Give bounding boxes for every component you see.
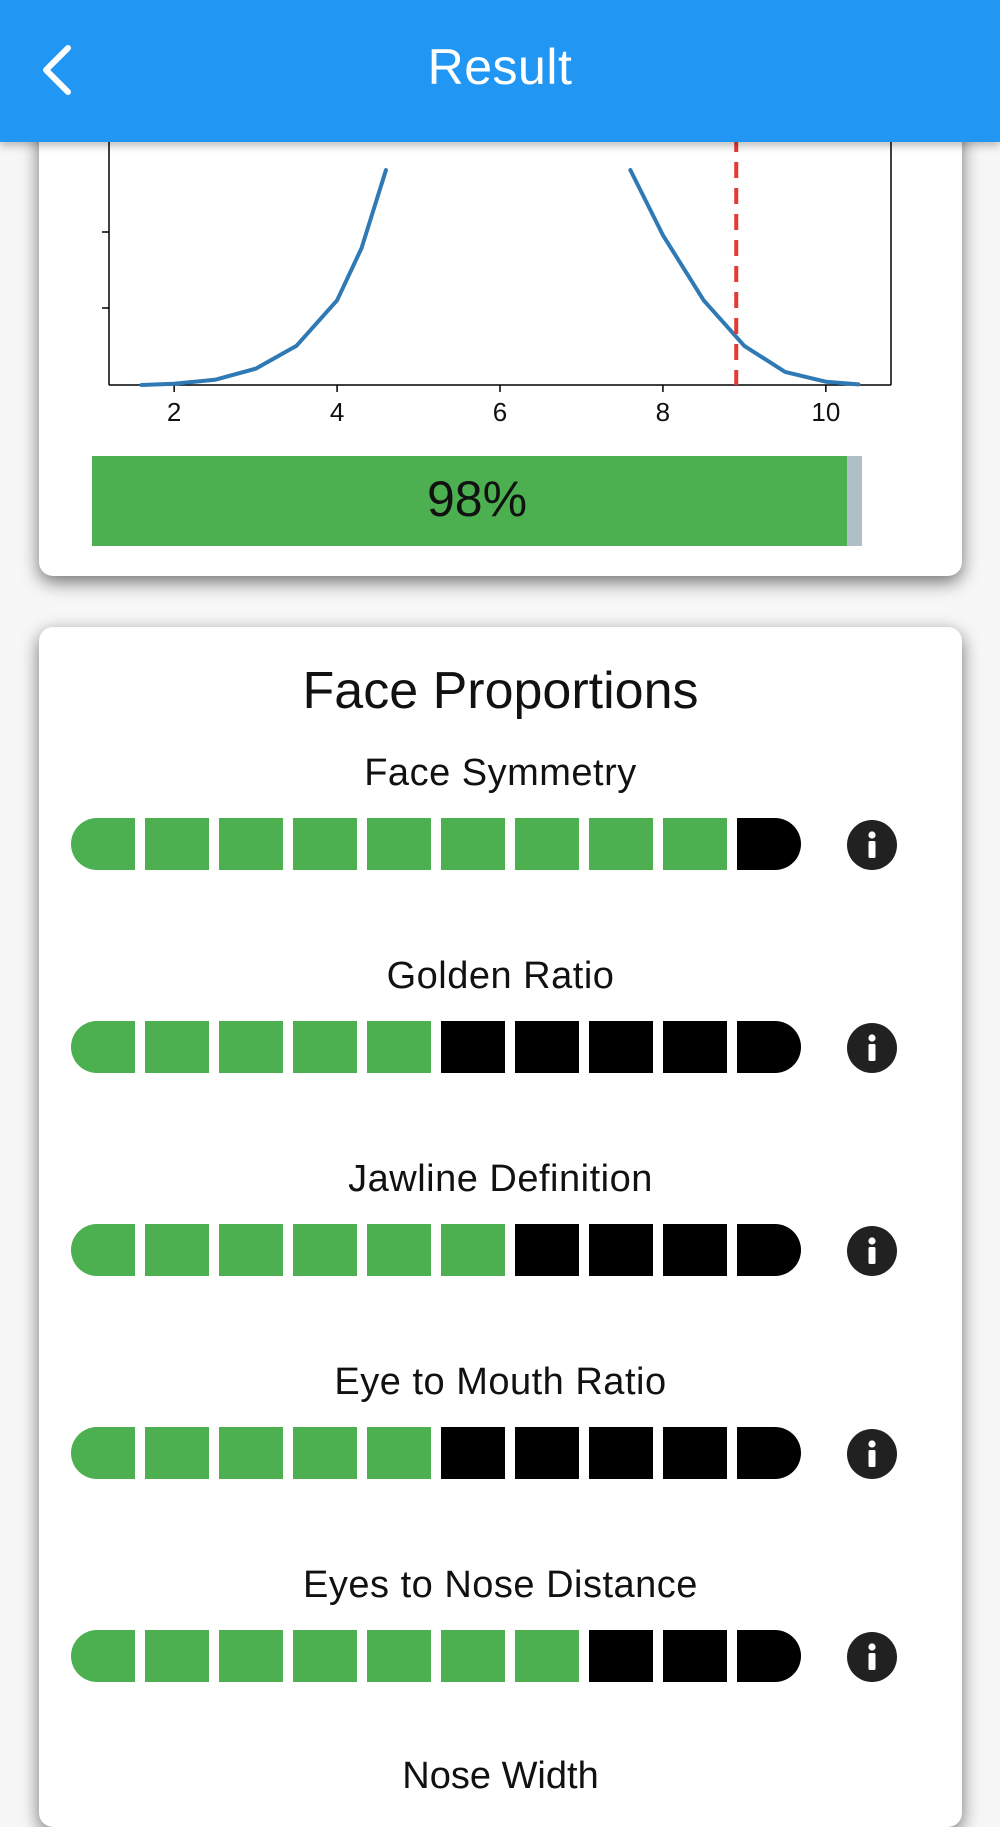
rating-segment-filled	[293, 818, 357, 870]
rating-segment-filled	[441, 818, 505, 870]
rating-segment-filled	[145, 1630, 209, 1682]
rating-segment-empty	[589, 1021, 653, 1073]
series-line	[139, 168, 388, 387]
x-tick-label: 2	[167, 397, 181, 427]
rating-segment-filled	[367, 1224, 431, 1276]
rating-segment-filled	[71, 1021, 135, 1073]
rating-segment-filled	[515, 818, 579, 870]
rating-segment-filled	[441, 1630, 505, 1682]
rating-bar	[71, 1224, 805, 1276]
rating-segment-filled	[145, 1021, 209, 1073]
metric-jawline-definition: Jawline Definition	[39, 1158, 962, 1338]
score-card: 2 4 6 8 10 98%	[39, 110, 962, 576]
rating-segment-filled	[441, 1224, 505, 1276]
rating-bar	[71, 1021, 805, 1073]
face-proportions-card: Face Proportions Face Symmetry Golden Rat…	[39, 627, 962, 1827]
rating-segment-filled	[219, 818, 283, 870]
info-icon	[868, 1440, 876, 1467]
rating-bar	[71, 1427, 805, 1479]
info-button[interactable]	[847, 1023, 897, 1073]
info-icon	[868, 1643, 876, 1670]
rating-segment-filled	[663, 818, 727, 870]
rating-segment-filled	[71, 1224, 135, 1276]
rating-segment-empty	[737, 818, 801, 870]
metric-name: Eye to Mouth Ratio	[334, 1361, 667, 1403]
metric-eye-to-mouth-ratio: Eye to Mouth Ratio	[39, 1361, 962, 1541]
rating-segment-filled	[293, 1021, 357, 1073]
rating-segment-empty	[663, 1021, 727, 1073]
rating-segment-filled	[145, 1427, 209, 1479]
rating-segment-filled	[293, 1224, 357, 1276]
rating-segment-empty	[737, 1427, 801, 1479]
rating-segment-empty	[737, 1224, 801, 1276]
rating-segment-filled	[589, 818, 653, 870]
rating-segment-filled	[71, 1427, 135, 1479]
rating-segment-empty	[441, 1021, 505, 1073]
metric-name: Golden Ratio	[386, 955, 615, 997]
rating-segment-empty	[441, 1427, 505, 1479]
info-button[interactable]	[847, 1632, 897, 1682]
x-tick-label: 10	[811, 397, 840, 427]
rating-bar	[71, 818, 805, 870]
score-progress-bar: 98%	[92, 456, 862, 546]
metric-name-nose-width: Nose Width	[402, 1755, 599, 1797]
info-button[interactable]	[847, 820, 897, 870]
x-tick-label: 6	[493, 397, 507, 427]
rating-segment-filled	[367, 1630, 431, 1682]
rating-segment-empty	[589, 1427, 653, 1479]
metric-eyes-to-nose-distance: Eyes to Nose Distance	[39, 1564, 962, 1744]
x-tick-label: 4	[330, 397, 344, 427]
progress-label: 98%	[426, 471, 528, 527]
rating-segment-empty	[663, 1427, 727, 1479]
rating-segment-empty	[663, 1224, 727, 1276]
rating-segment-empty	[515, 1224, 579, 1276]
rating-segment-empty	[737, 1630, 801, 1682]
x-tick-label: 8	[656, 397, 670, 427]
info-button[interactable]	[847, 1429, 897, 1479]
rating-segment-empty	[589, 1630, 653, 1682]
info-icon	[868, 1034, 876, 1061]
rating-segment-empty	[589, 1224, 653, 1276]
rating-segment-filled	[293, 1630, 357, 1682]
rating-segment-filled	[367, 1427, 431, 1479]
app-bar: Result	[0, 0, 1000, 142]
metric-name: Jawline Definition	[348, 1158, 653, 1200]
rating-segment-filled	[219, 1021, 283, 1073]
rating-segment-empty	[515, 1021, 579, 1073]
metric-name: Eyes to Nose Distance	[303, 1564, 698, 1606]
rating-segment-filled	[71, 1630, 135, 1682]
rating-segment-filled	[219, 1427, 283, 1479]
series-line	[628, 168, 861, 387]
metric-face-symmetry: Face Symmetry	[39, 752, 962, 932]
rating-segment-filled	[145, 818, 209, 870]
rating-segment-empty	[663, 1630, 727, 1682]
rating-segment-filled	[145, 1224, 209, 1276]
rating-segment-filled	[515, 1630, 579, 1682]
info-icon	[868, 1237, 876, 1264]
info-icon	[868, 831, 876, 858]
rating-segment-filled	[293, 1427, 357, 1479]
rating-segment-filled	[367, 1021, 431, 1073]
rating-segment-empty	[737, 1021, 801, 1073]
page-title: Result	[427, 39, 573, 95]
rating-segment-filled	[71, 818, 135, 870]
rating-segment-filled	[219, 1630, 283, 1682]
section-title: Face Proportions	[302, 662, 699, 720]
rating-segment-filled	[367, 818, 431, 870]
metric-name: Face Symmetry	[364, 752, 637, 794]
metric-golden-ratio: Golden Ratio	[39, 955, 962, 1135]
info-button[interactable]	[847, 1226, 897, 1276]
rating-segment-empty	[515, 1427, 579, 1479]
rating-bar	[71, 1630, 805, 1682]
distribution-chart: 2 4 6 8 10	[102, 110, 892, 427]
rating-segment-filled	[219, 1224, 283, 1276]
